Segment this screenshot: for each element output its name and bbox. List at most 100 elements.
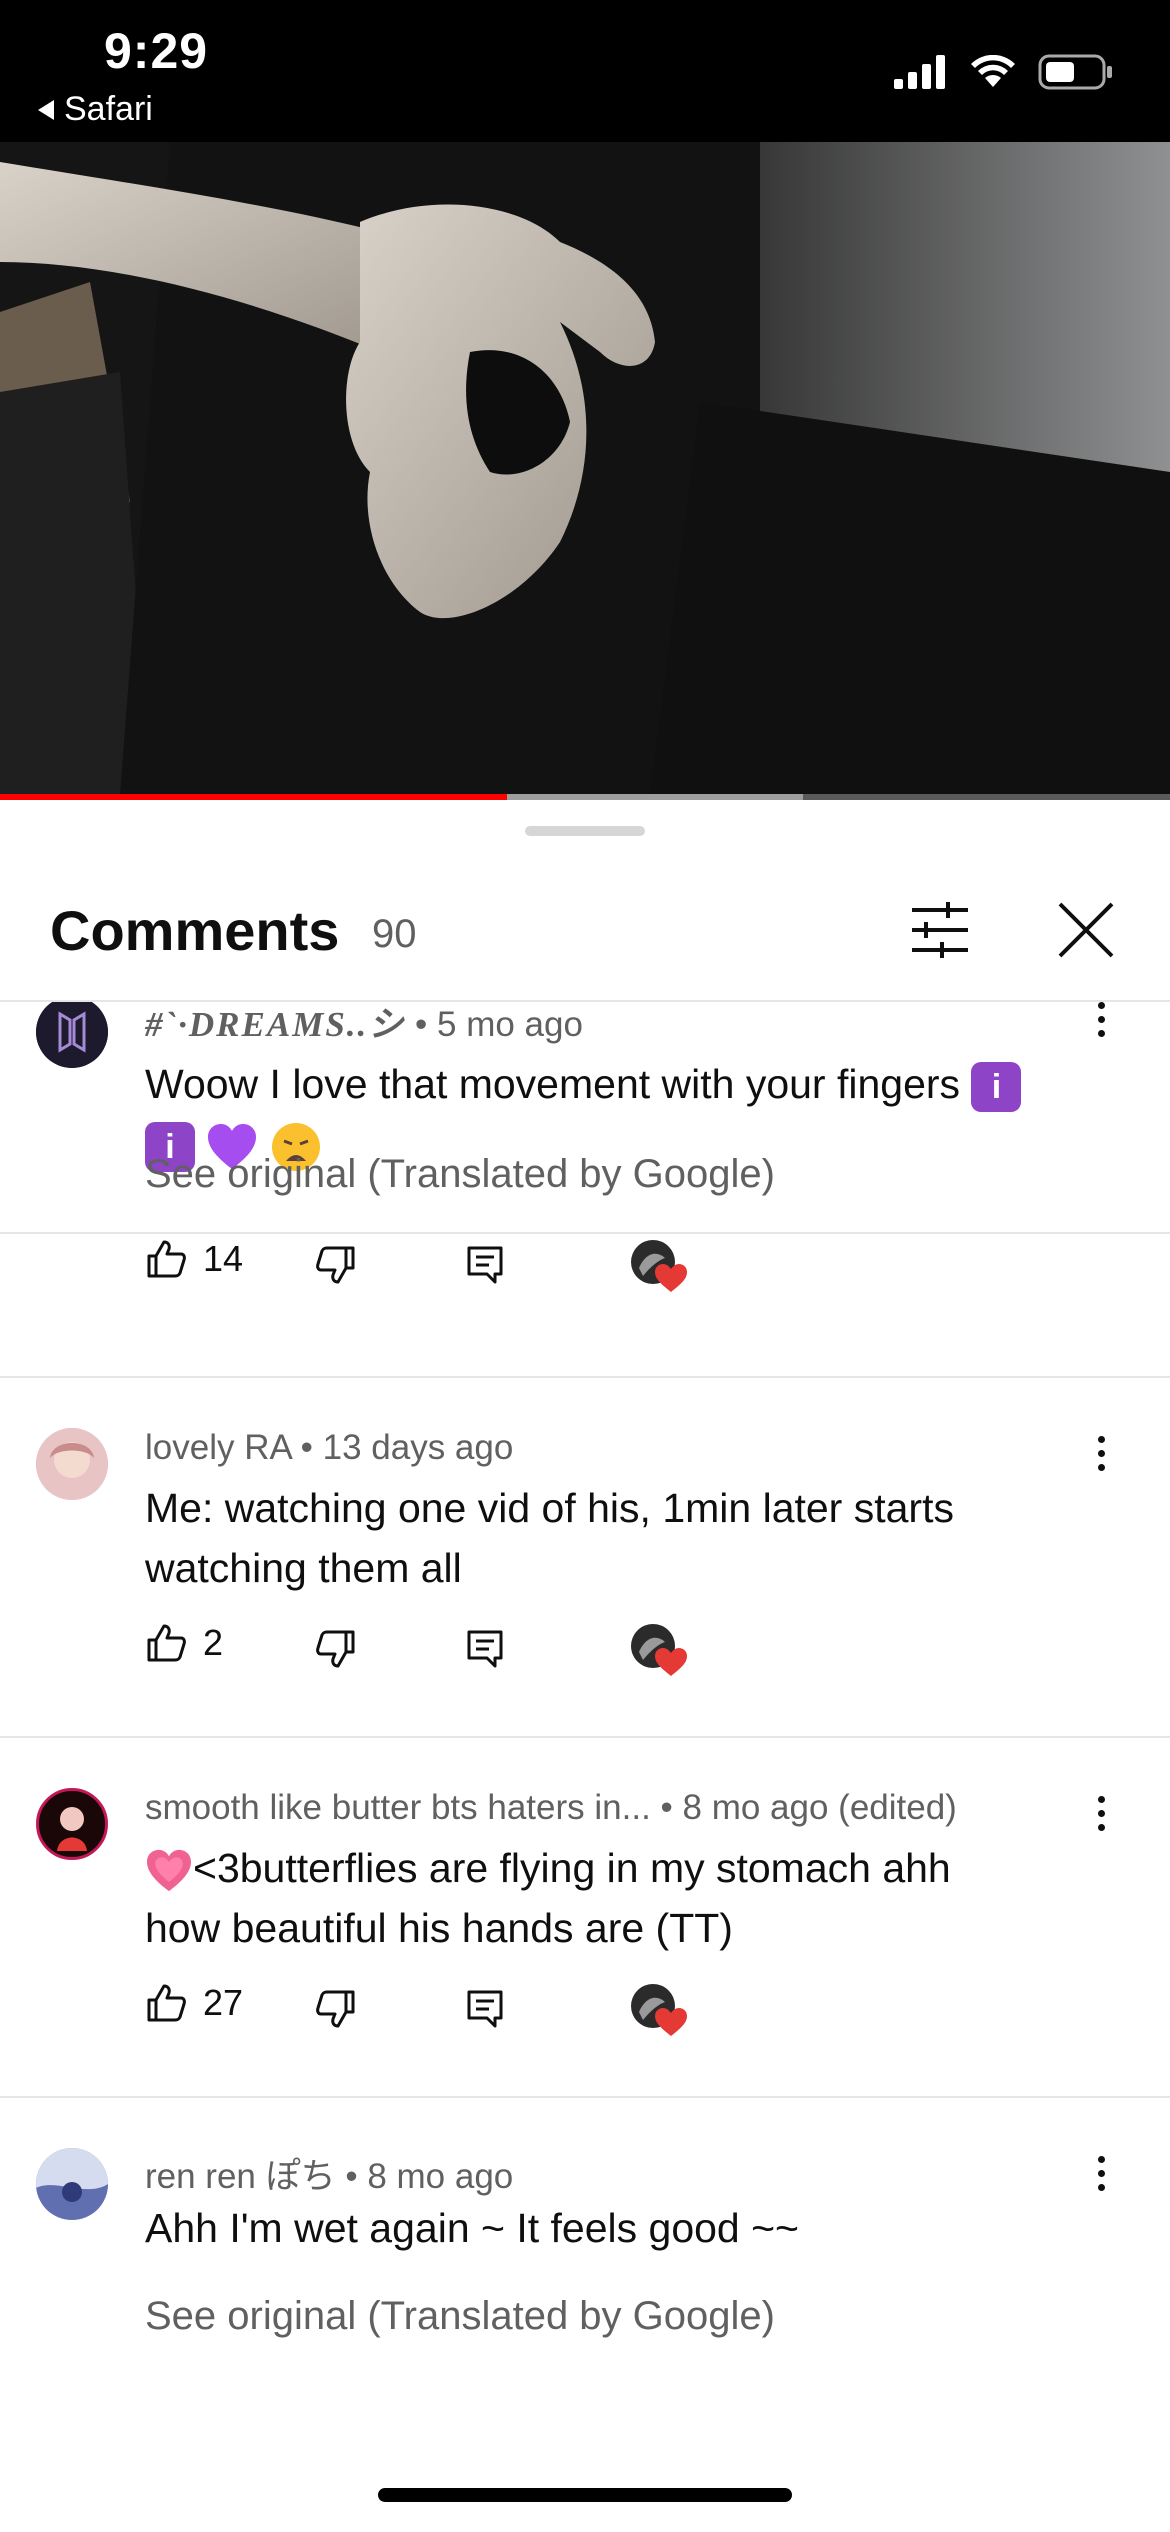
- like-count: 14: [203, 1238, 244, 1279]
- close-button[interactable]: [1054, 898, 1118, 962]
- kebab-dot: [1098, 1016, 1105, 1023]
- comment-actions-row: 14: [0, 1232, 1170, 1378]
- sort-filter-button[interactable]: [908, 898, 972, 962]
- reply-button[interactable]: [465, 1628, 505, 1675]
- reply-button[interactable]: [465, 1244, 505, 1291]
- reply-comment-icon: [467, 1246, 503, 1284]
- video-frame-image: [0, 142, 1170, 794]
- reply-button[interactable]: [465, 1988, 505, 2035]
- status-bar: 9:29 Safari: [0, 0, 1170, 142]
- avatar-image: [36, 2148, 108, 2220]
- see-original-link[interactable]: See original (Translated by Google): [145, 1152, 775, 1197]
- comment-meta: smooth like butter bts haters in... • 8 …: [145, 1788, 957, 1828]
- comment-text: Me: watching one vid of his, 1min later …: [145, 1478, 1095, 1598]
- sliders-icon: [912, 902, 968, 958]
- avatar-image: [36, 1428, 108, 1500]
- like-button[interactable]: 27: [145, 1982, 243, 2024]
- comment-text-content: <3butterflies are flying in my stomach a…: [193, 1845, 951, 1891]
- kebab-dot: [1098, 1464, 1105, 1471]
- comment-text-line: <3butterflies are flying in my stomach a…: [145, 1838, 1095, 1898]
- kebab-dot: [1098, 1436, 1105, 1443]
- comment-time: • 5 mo ago: [415, 1005, 583, 1044]
- growing-heart-emoji-icon: [147, 1850, 191, 1892]
- like-button[interactable]: 2: [145, 1622, 223, 1664]
- comment-more-button[interactable]: [1098, 2156, 1110, 2198]
- dislike-button[interactable]: [315, 1988, 357, 2035]
- avatar[interactable]: [36, 2148, 108, 2220]
- comment-time: • 8 mo ago (edited): [660, 1788, 957, 1827]
- comment-text-content: Woow I love that movement with your fing…: [145, 1061, 961, 1107]
- comment-text: <3butterflies are flying in my stomach a…: [145, 1838, 1095, 1958]
- like-button[interactable]: 14: [145, 1238, 243, 1280]
- comment-more-button[interactable]: [1098, 1796, 1110, 1838]
- kebab-dot: [1098, 2156, 1105, 2163]
- comment-author[interactable]: smooth like butter bts haters in...: [145, 1788, 651, 1827]
- comment-item: ren ren ぽち • 8 mo ago Ahh I'm wet again …: [0, 2098, 1170, 2398]
- creator-heart-badge: [629, 1238, 689, 1298]
- comment-text: Ahh I'm wet again ~ It feels good ~~: [145, 2205, 799, 2251]
- comment-more-button[interactable]: [1098, 1002, 1110, 1044]
- comment-text-line: how beautiful his hands are (TT): [145, 1905, 733, 1951]
- comments-list[interactable]: #`·DREAMS..シ • 5 mo ago Woow I love that…: [0, 1002, 1170, 2532]
- comments-sheet: Comments 90 #`·DREAMS..シ • 5 mo ago Woow…: [0, 800, 1170, 2532]
- comment-more-button[interactable]: [1098, 1436, 1110, 1478]
- video-player[interactable]: [0, 142, 1170, 794]
- comments-header: Comments 90: [0, 860, 1170, 1002]
- thumbs-down-icon: [316, 1246, 355, 1284]
- back-to-safari-button[interactable]: Safari: [38, 90, 153, 129]
- thumbs-down-icon: [316, 1630, 355, 1668]
- comment-meta: lovely RA • 13 days ago: [145, 1428, 513, 1468]
- comment-text-line: Me: watching one vid of his, 1min later …: [145, 1485, 954, 1531]
- avatar-image: [39, 1791, 105, 1857]
- avatar[interactable]: [36, 1428, 108, 1500]
- kebab-dot: [1098, 1810, 1105, 1817]
- reply-comment-icon: [467, 1990, 503, 2028]
- creator-heart-icon: [631, 1624, 687, 1676]
- close-icon: [1058, 902, 1114, 958]
- kebab-dot: [1098, 2170, 1105, 2177]
- see-original-link[interactable]: See original (Translated by Google): [145, 2294, 775, 2339]
- comment-author[interactable]: lovely RA: [145, 1428, 291, 1467]
- thumbs-up-icon: [147, 1240, 186, 1278]
- battery-icon: [1038, 54, 1112, 90]
- comment-item: smooth like butter bts haters in... • 8 …: [0, 1738, 1170, 2098]
- information-emoji-icon: i: [971, 1062, 1022, 1113]
- kebab-dot: [1098, 2184, 1105, 2191]
- comment-item: lovely RA • 13 days ago Me: watching one…: [0, 1378, 1170, 1738]
- comment-meta: ren ren ぽち • 8 mo ago: [145, 2148, 513, 2199]
- comment-item: #`·DREAMS..シ • 5 mo ago Woow I love that…: [0, 1002, 1170, 1234]
- thumbs-down-icon: [316, 1990, 355, 2028]
- comment-meta: #`·DREAMS..シ • 5 mo ago: [145, 1002, 583, 1047]
- avatar[interactable]: [36, 1002, 108, 1068]
- wifi-icon: [971, 55, 1015, 87]
- dislike-button[interactable]: [315, 1244, 357, 1291]
- comment-author[interactable]: #`·DREAMS..シ: [145, 1005, 405, 1044]
- comment-actions: 14: [145, 1238, 745, 1298]
- dislike-button[interactable]: [315, 1628, 357, 1675]
- status-time: 9:29: [104, 23, 209, 79]
- kebab-dot: [1098, 1002, 1105, 1009]
- comment-time: • 8 mo ago: [345, 2157, 514, 2196]
- comment-text-line: watching them all: [145, 1545, 462, 1591]
- kebab-dot: [1098, 1824, 1105, 1831]
- comment-actions: 27: [145, 1982, 745, 2042]
- creator-heart-badge: [629, 1622, 689, 1682]
- system-icons: [894, 54, 1114, 90]
- kebab-dot: [1098, 1450, 1105, 1457]
- cellular-signal-icon: [894, 55, 945, 89]
- back-app-label: Safari: [64, 90, 153, 128]
- like-count: 2: [203, 1622, 224, 1663]
- creator-heart-badge: [629, 1982, 689, 2042]
- reply-comment-icon: [467, 1630, 503, 1668]
- comment-time: • 13 days ago: [300, 1428, 514, 1467]
- thumbs-up-icon: [147, 1624, 186, 1662]
- home-indicator[interactable]: [378, 2488, 792, 2502]
- comments-count: 90: [372, 912, 417, 956]
- back-arrow-icon: [38, 99, 54, 120]
- comment-author[interactable]: ren ren ぽち: [145, 2157, 336, 2196]
- kebab-dot: [1098, 1796, 1105, 1803]
- thumbs-up-icon: [147, 1984, 186, 2022]
- kebab-dot: [1098, 1030, 1105, 1037]
- avatar[interactable]: [36, 1788, 108, 1860]
- drag-handle[interactable]: [525, 826, 645, 836]
